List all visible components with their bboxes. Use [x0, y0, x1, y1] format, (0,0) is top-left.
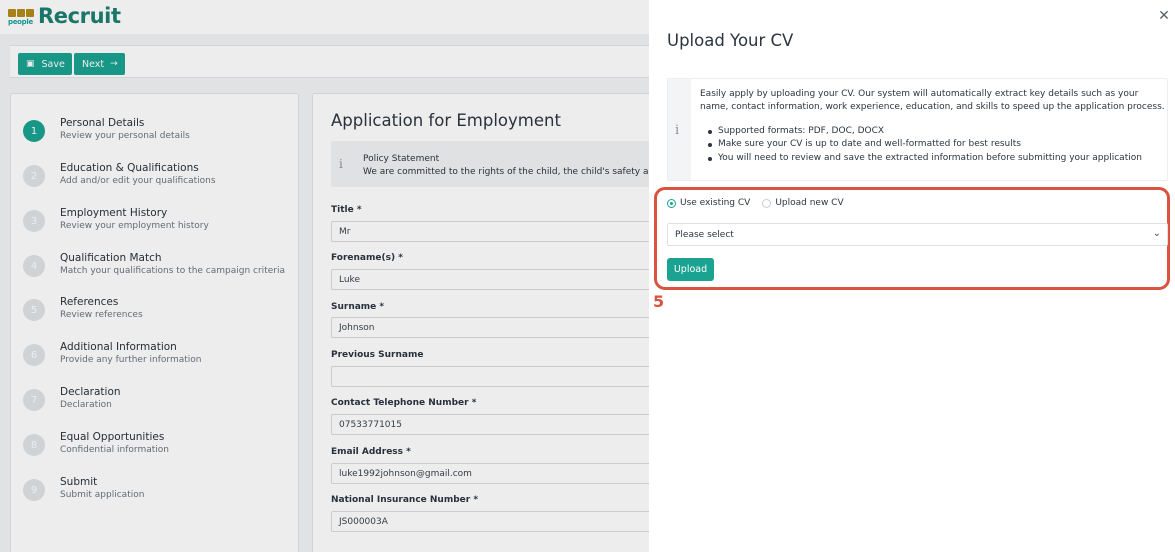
close-icon[interactable]: ✕ [1157, 8, 1171, 26]
upload-button[interactable]: Upload [667, 258, 714, 281]
list-item: You will need to review and save the ext… [708, 152, 1142, 165]
cv-select[interactable]: Please select ⌄ [667, 223, 1168, 246]
info-icon: i [675, 123, 680, 138]
upload-new-cv-radio[interactable] [762, 198, 772, 208]
list-item: Supported formats: PDF, DOC, DOCX [708, 125, 1142, 138]
use-existing-cv-radio[interactable] [667, 198, 676, 208]
chevron-down-icon: ⌄ [1152, 228, 1161, 239]
info-paragraph: Easily apply by uploading your CV. Our s… [700, 89, 1165, 112]
info-list: Supported formats: PDF, DOC, DOCX Make s… [708, 125, 1142, 165]
cv-select-value: Please select [675, 229, 734, 240]
upload-new-cv-label[interactable]: Upload new CV [775, 198, 843, 208]
cv-source-radio-group: Use existing CV Upload new CV [667, 197, 844, 209]
annotation-marker: 5 [653, 292, 665, 311]
drawer-title: Upload Your CV [667, 31, 794, 50]
use-existing-cv-label[interactable]: Use existing CV [680, 198, 750, 208]
info-sidebar: i [668, 79, 691, 180]
upload-cv-drawer: ✕ Upload Your CV i Easily apply by uploa… [649, 0, 1175, 552]
info-box: i Easily apply by uploading your CV. Our… [667, 78, 1168, 181]
list-item: Make sure your CV is up to date and well… [708, 138, 1142, 151]
modal-backdrop[interactable] [0, 0, 649, 552]
